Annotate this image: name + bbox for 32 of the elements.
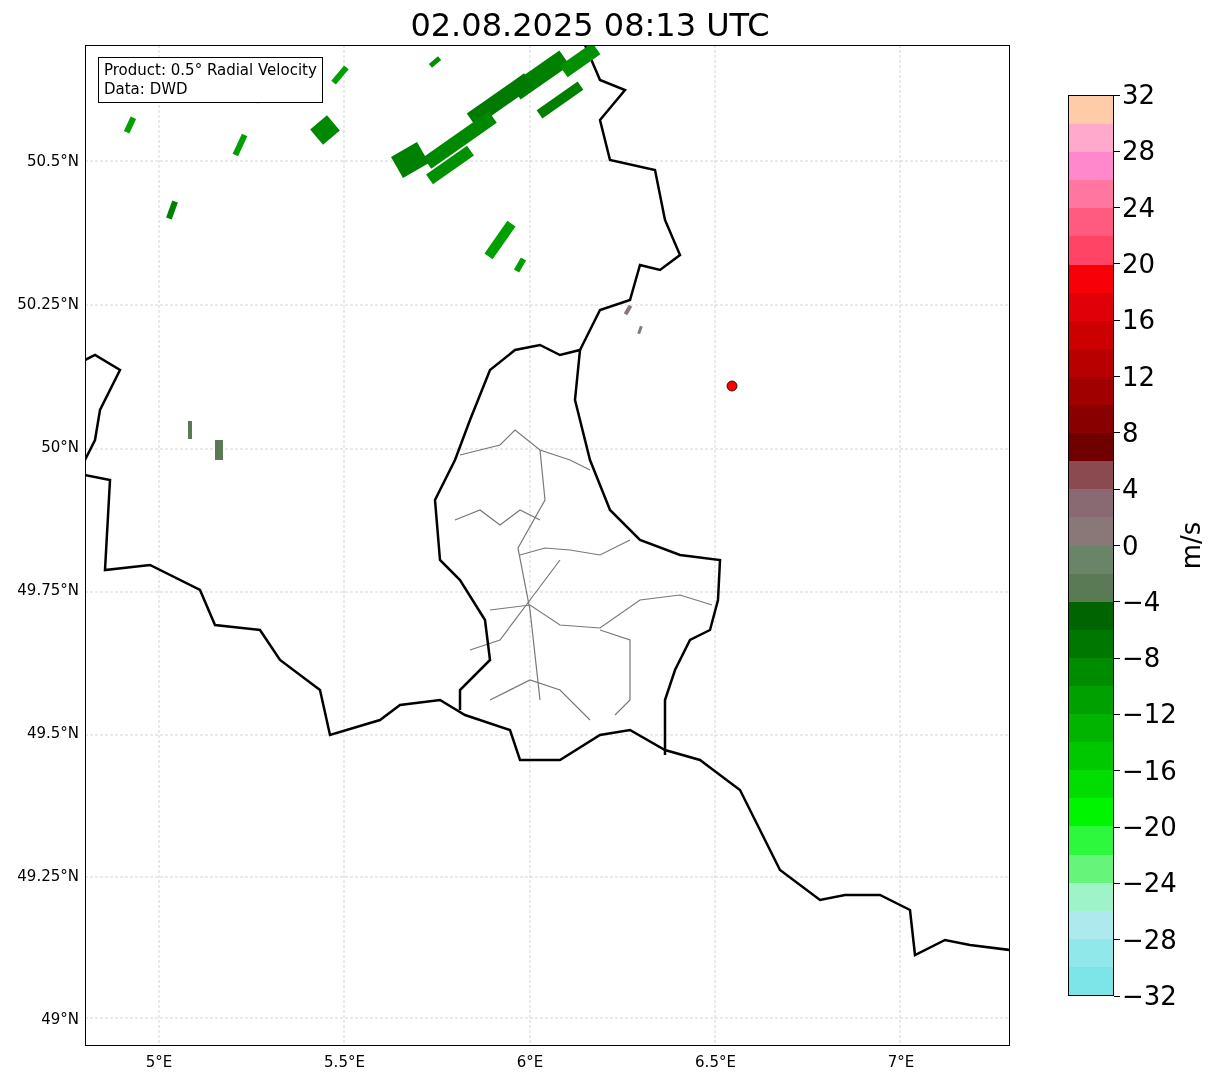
- latitude-label: 49.5°N: [26, 723, 79, 743]
- latitude-label: 49.75°N: [17, 580, 79, 600]
- longitude-label: 5°E: [144, 1052, 174, 1072]
- colorbar-tick-label: 16: [1121, 306, 1156, 335]
- longitude-label: 5.5°E: [323, 1052, 366, 1072]
- latitude-label: 50.5°N: [26, 151, 79, 171]
- colorbar-tick-label: −16: [1121, 756, 1177, 785]
- chart-title: 02.08.2025 08:13 UTC: [410, 5, 770, 45]
- longitude-label: 6°E: [515, 1052, 545, 1072]
- unit-label: m/s: [1175, 521, 1208, 570]
- colorbar-tick-label: 20: [1121, 249, 1156, 278]
- colorbar-tick-label: 28: [1121, 137, 1156, 166]
- colorbar-tick-label: 24: [1121, 193, 1156, 222]
- colorbar-tick-label: 12: [1121, 362, 1156, 391]
- colorbar-tick-label: −32: [1121, 982, 1177, 1010]
- colorbar-tick-label: −12: [1121, 700, 1177, 729]
- longitude-label: 7°E: [886, 1052, 916, 1072]
- longitude-label: 6.5°E: [694, 1052, 737, 1072]
- colorbar-tick-label: −28: [1121, 925, 1177, 954]
- colorbar-tick-label: 0: [1121, 531, 1139, 560]
- colorbar-tick-label: −20: [1121, 813, 1177, 842]
- colorbar-tick-label: −4: [1121, 587, 1161, 616]
- colorbar-tick-label: 4: [1121, 475, 1139, 504]
- colorbar-tick-label: 32: [1121, 81, 1156, 109]
- colorbar-tick-label: −24: [1121, 869, 1177, 898]
- colorbar-tick-label: −8: [1121, 644, 1161, 673]
- latitude-label: 50°N: [41, 437, 79, 457]
- latitude-label: 49°N: [41, 1009, 79, 1029]
- info-box: Product: 0.5° Radial Velocity Data: DWD: [98, 57, 323, 103]
- colorbar-tick-label: 8: [1121, 418, 1139, 447]
- latitude-label: 50.25°N: [17, 294, 79, 314]
- latitude-label: 49.25°N: [17, 866, 79, 886]
